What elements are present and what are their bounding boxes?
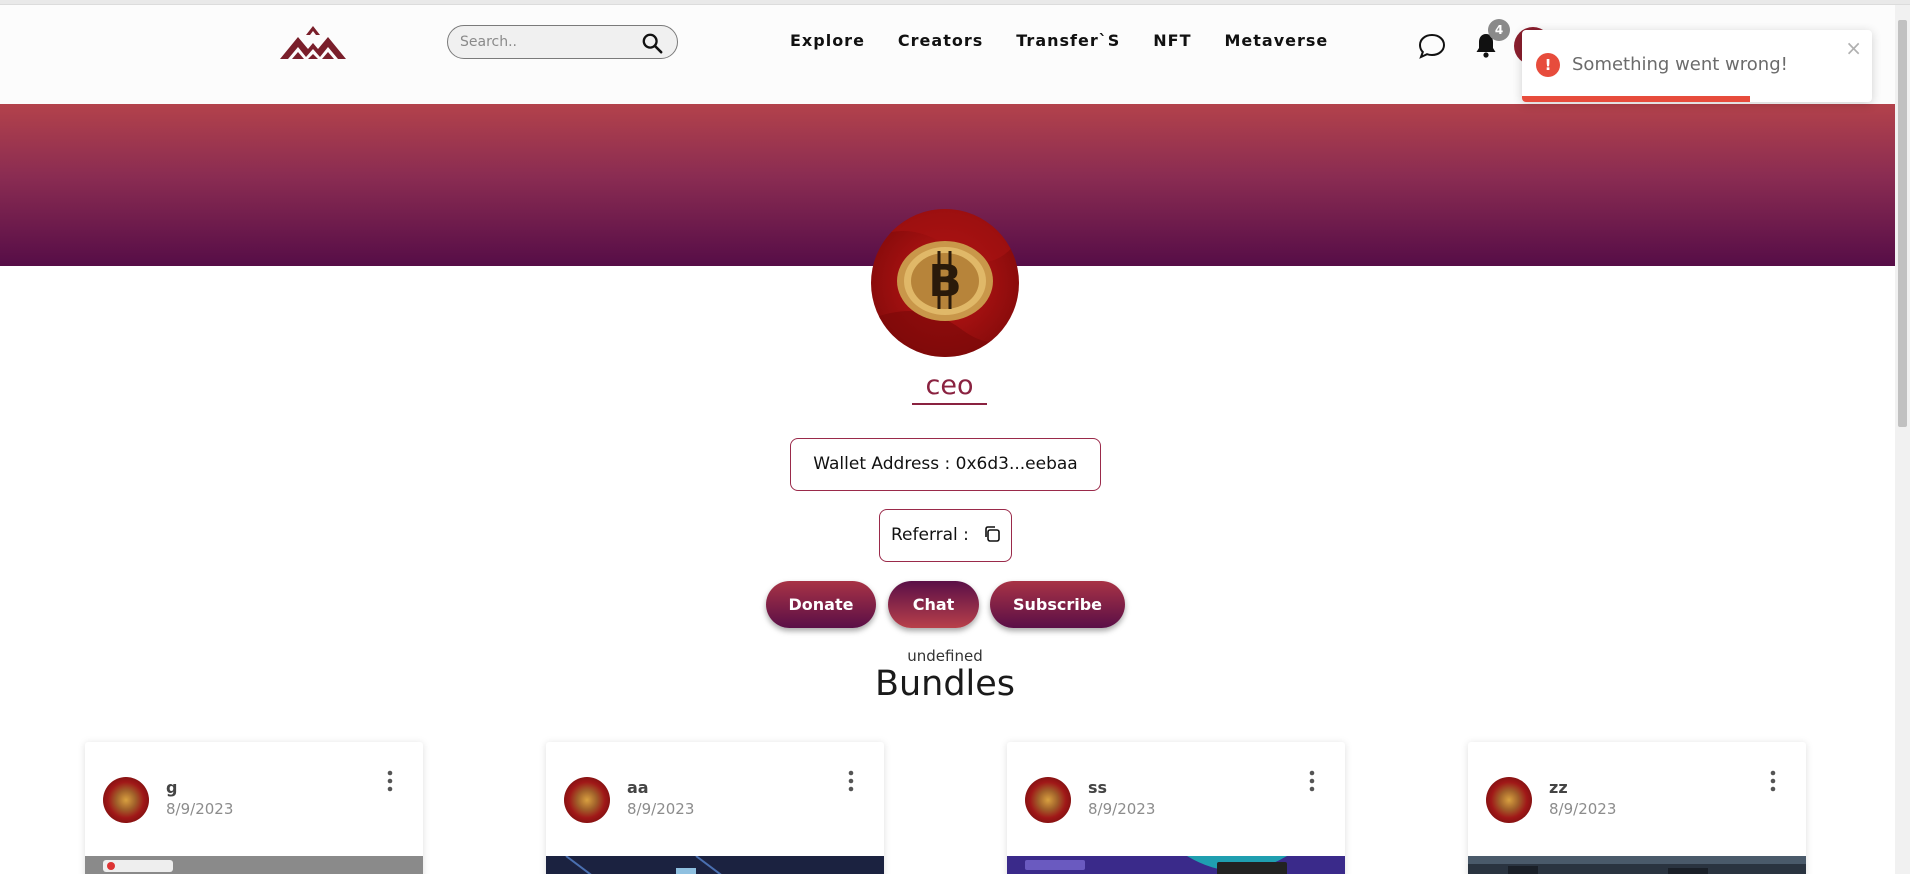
logo-icon[interactable] [278,21,348,61]
search-box [447,25,678,59]
nav-link-creators[interactable]: Creators [898,31,983,61]
bundles-title: Bundles [874,664,1016,704]
error-icon: ! [1536,53,1560,77]
notification-badge: 4 [1488,19,1510,41]
bundle-avatar [564,777,610,823]
bundle-date: 8/9/2023 [1088,800,1156,818]
bundle-thumbnail [85,856,423,874]
bundle-name: ss [1088,778,1108,797]
bundle-thumbnail [546,856,884,874]
bundle-date: 8/9/2023 [166,800,234,818]
chat-button[interactable]: Chat [888,581,979,628]
scrollbar-thumb[interactable] [1898,20,1907,427]
profile-avatar: B [871,209,1019,357]
bundle-card[interactable]: ss 8/9/2023 [1007,742,1345,874]
search-icon[interactable] [641,32,663,54]
search-input[interactable] [460,32,630,52]
bundle-name: zz [1549,778,1568,797]
bundle-card[interactable]: zz 8/9/2023 [1468,742,1806,874]
chat-bubble-icon[interactable] [1417,31,1447,61]
bundle-avatar [103,777,149,823]
nav-link-nft[interactable]: NFT [1153,31,1191,61]
bundle-date: 8/9/2023 [1549,800,1617,818]
toast-message: Something went wrong! [1572,54,1788,75]
referral-label: Referral : [891,525,969,545]
bundle-name: g [166,778,178,797]
bundle-avatar [1486,777,1532,823]
more-vertical-icon[interactable] [1770,770,1776,792]
donate-button[interactable]: Donate [766,581,876,628]
more-vertical-icon[interactable] [848,770,854,792]
referral-box: Referral : [879,509,1012,562]
bundle-avatar [1025,777,1071,823]
bundle-date: 8/9/2023 [627,800,695,818]
bundle-thumbnail [1468,856,1806,874]
copy-icon[interactable] [983,525,1001,543]
bundle-card[interactable]: aa 8/9/2023 [546,742,884,874]
bitcoin-coin-icon: B [871,209,1019,357]
close-icon[interactable]: × [1845,36,1862,60]
svg-text:B: B [928,256,962,307]
toast-progress-bar [1522,96,1750,102]
nav-links: Explore Creators Transfer`S NFT Metavers… [790,31,1361,61]
nav-link-transfers[interactable]: Transfer`S [1016,31,1120,61]
nav-link-metaverse[interactable]: Metaverse [1224,31,1328,61]
error-toast: ! Something went wrong! × [1522,30,1872,102]
more-vertical-icon[interactable] [387,770,393,792]
wallet-address: Wallet Address : 0x6d3...eebaa [790,438,1101,491]
page: Explore Creators Transfer`S NFT Metavers… [0,0,1910,874]
bundle-card[interactable]: g 8/9/2023 [85,742,423,874]
bundle-name: aa [627,778,649,797]
more-vertical-icon[interactable] [1309,770,1315,792]
undefined-text: undefined [907,647,983,665]
nav-link-explore[interactable]: Explore [790,31,865,61]
subscribe-button[interactable]: Subscribe [990,581,1125,628]
profile-username: ceo [912,370,987,405]
bundle-thumbnail [1007,856,1345,874]
